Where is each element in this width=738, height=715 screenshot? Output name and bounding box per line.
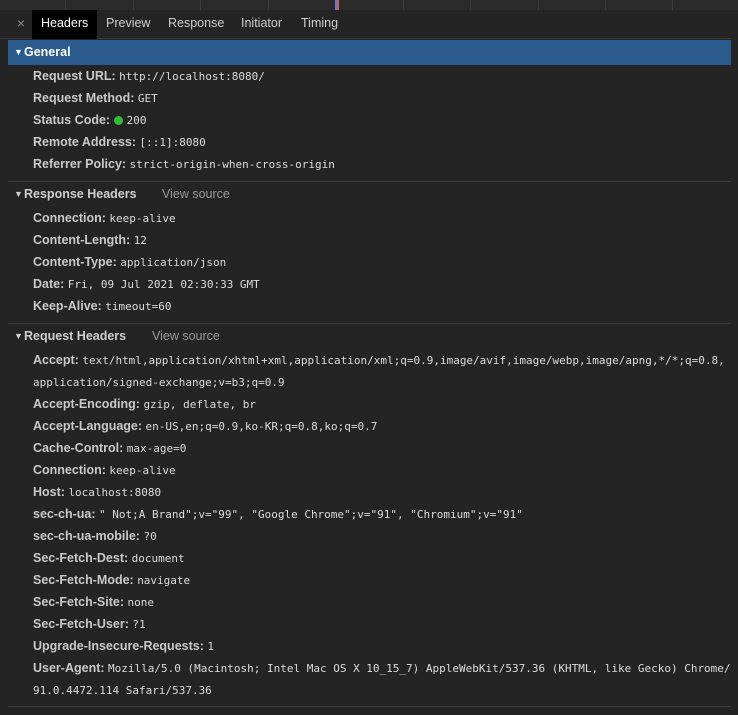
expand-arrow-icon: ▼	[14, 331, 23, 341]
timeline-strip	[0, 0, 738, 10]
header-row-request-method: Request Method: GET	[33, 91, 158, 105]
header-row-date: Date: Fri, 09 Jul 2021 02:30:33 GMT	[33, 277, 260, 291]
tab-response[interactable]: Response	[159, 10, 233, 38]
header-row-status-code: Status Code: 200	[33, 113, 147, 127]
section-title: Request Headers	[24, 329, 127, 343]
tab-bar: × Headers Preview Response Initiator Tim…	[0, 10, 731, 39]
header-row-user-agent-continued: 91.0.4472.114 Safari/537.36	[33, 684, 212, 697]
header-row-connection: Connection: keep-alive	[33, 463, 176, 477]
header-row-accept-language: Accept-Language: en-US,en;q=0.9,ko-KR;q=…	[33, 419, 378, 433]
timeline-marker-red	[337, 0, 339, 10]
header-row-content-type: Content-Type: application/json	[33, 255, 227, 269]
header-row-accept-encoding: Accept-Encoding: gzip, deflate, br	[33, 397, 257, 411]
header-row-sec-ch-ua: sec-ch-ua: " Not;A Brand";v="99", "Googl…	[33, 507, 523, 521]
expand-arrow-icon: ▼	[14, 189, 23, 199]
header-row-sec-fetch-dest: Sec-Fetch-Dest: document	[33, 551, 185, 565]
header-row-host: Host: localhost:8080	[33, 485, 162, 499]
section-response-headers-header[interactable]: ▼ Response Headers View source	[8, 182, 731, 207]
section-title: General	[24, 45, 71, 59]
header-row-sec-ch-ua-mobile: sec-ch-ua-mobile: ?0	[33, 529, 157, 543]
header-row-content-length: Content-Length: 12	[33, 233, 147, 247]
tab-initiator[interactable]: Initiator	[232, 10, 291, 38]
header-row-sec-fetch-site: Sec-Fetch-Site: none	[33, 595, 154, 609]
header-row-request-url: Request URL: http://localhost:8080/	[33, 69, 265, 83]
close-icon[interactable]: ×	[14, 16, 28, 30]
section-general-header[interactable]: ▼ General	[8, 40, 731, 65]
header-row-keep-alive: Keep-Alive: timeout=60	[33, 299, 172, 313]
header-row-accept-continued: application/signed-exchange;v=b3;q=0.9	[33, 376, 285, 389]
tab-timing[interactable]: Timing	[292, 10, 347, 38]
header-row-sec-fetch-mode: Sec-Fetch-Mode: navigate	[33, 573, 191, 587]
expand-arrow-icon: ▼	[14, 47, 23, 57]
header-row-accept: Accept: text/html,application/xhtml+xml,…	[33, 353, 725, 367]
section-divider	[8, 706, 731, 707]
tab-headers[interactable]: Headers	[32, 10, 98, 39]
section-title: Response Headers	[24, 187, 137, 201]
view-source-link[interactable]: View source	[162, 182, 230, 207]
header-row-remote-address: Remote Address: [::1]:8080	[33, 135, 206, 149]
header-row-user-agent: User-Agent: Mozilla/5.0 (Macintosh; Inte…	[33, 661, 731, 675]
tab-preview[interactable]: Preview	[97, 10, 159, 38]
header-row-upgrade-insecure-requests: Upgrade-Insecure-Requests: 1	[33, 639, 214, 653]
header-row-connection: Connection: keep-alive	[33, 211, 176, 225]
header-row-sec-fetch-user: Sec-Fetch-User: ?1	[33, 617, 146, 631]
header-row-cache-control: Cache-Control: max-age=0	[33, 441, 187, 455]
scrollbar[interactable]	[731, 38, 738, 715]
section-request-headers-header[interactable]: ▼ Request Headers View source	[8, 324, 731, 349]
view-source-link[interactable]: View source	[152, 324, 220, 349]
status-ok-icon	[113, 116, 123, 125]
header-row-referrer-policy: Referrer Policy: strict-origin-when-cros…	[33, 157, 335, 171]
headers-panel: ▼ General Request URL: http://localhost:…	[8, 40, 731, 715]
